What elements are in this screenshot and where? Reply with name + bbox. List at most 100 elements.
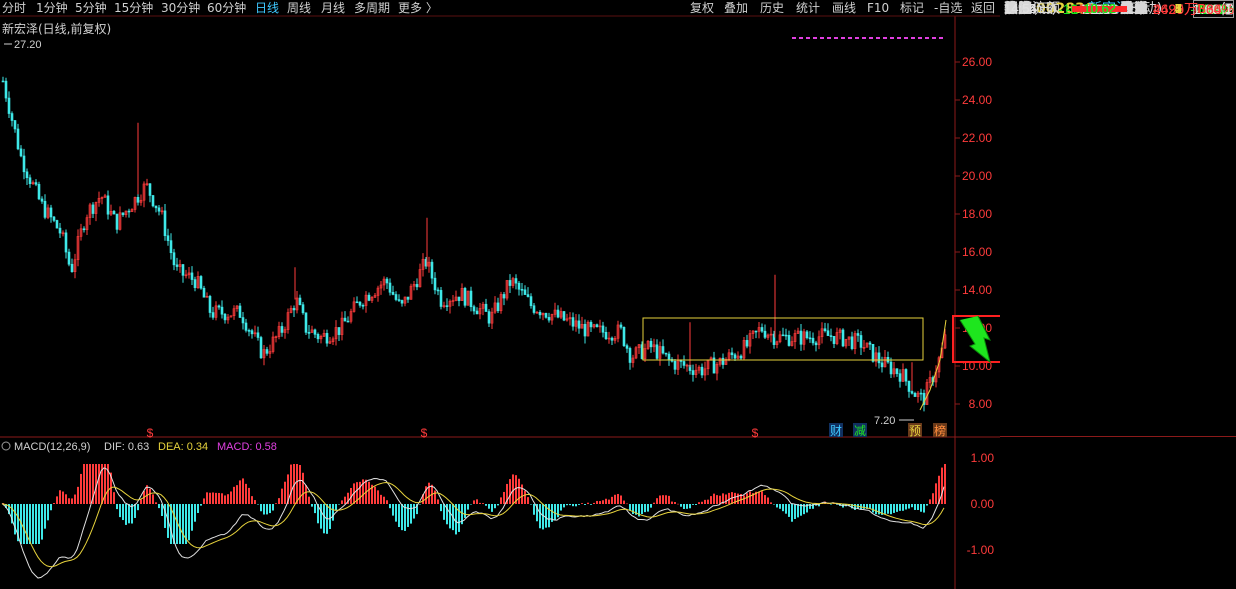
macd-bar	[116, 504, 118, 510]
event-marker[interactable]: $	[421, 426, 428, 440]
candle-body	[733, 354, 737, 359]
min-price-label: 7.20	[874, 415, 895, 427]
candle-body	[211, 312, 215, 318]
macd-bar	[767, 497, 769, 504]
macd-bar	[410, 504, 412, 524]
price-axis-label: 26.00	[962, 55, 992, 69]
macd-bar	[392, 504, 394, 516]
candle-body	[22, 155, 26, 173]
macd-bar	[776, 504, 778, 508]
candle-body	[814, 342, 818, 346]
event-marker[interactable]: 预	[909, 424, 921, 438]
candle-body	[52, 216, 56, 221]
macd-bar	[578, 504, 580, 505]
macd-bar	[374, 486, 376, 504]
macd-bar	[314, 504, 316, 514]
candle-body	[25, 171, 29, 179]
event-marker[interactable]: $	[147, 426, 154, 440]
candle-body	[859, 335, 863, 348]
macd-bar	[695, 504, 697, 505]
candle-body	[43, 200, 47, 218]
macd-bar	[413, 504, 415, 519]
candle-body	[889, 361, 893, 375]
macd-bar	[218, 492, 220, 504]
macd-bar	[482, 503, 484, 504]
macd-bar	[263, 504, 265, 515]
macd-bar	[164, 504, 166, 528]
event-marker[interactable]: 减	[854, 424, 866, 438]
candle-body	[190, 272, 194, 280]
macd-bar	[98, 464, 100, 504]
candle-body	[250, 330, 254, 335]
candle-body	[343, 317, 347, 322]
macd-bar	[590, 504, 592, 505]
macd-bar	[89, 464, 91, 504]
macd-bar	[863, 504, 865, 509]
macd-bar	[644, 504, 646, 513]
macd-bar	[575, 504, 577, 507]
macd-axis-label: -1.00	[967, 543, 995, 557]
candle-body	[502, 294, 506, 299]
macd-bar	[944, 464, 946, 504]
macd-bar	[305, 485, 307, 504]
macd-bar	[557, 504, 559, 518]
candle-body	[247, 330, 251, 332]
macd-bar	[203, 498, 205, 504]
macd-bar	[236, 485, 238, 504]
macd-bar	[662, 495, 664, 504]
macd-bar	[719, 495, 721, 504]
candle-body	[49, 207, 53, 218]
candle-body	[562, 311, 566, 321]
candle-body	[388, 282, 392, 293]
macd-bar	[251, 496, 253, 504]
candle-body	[673, 360, 677, 370]
macd-bar	[458, 504, 460, 532]
candle-body	[760, 327, 764, 332]
candle-body	[910, 391, 914, 394]
macd-axis-label: 1.00	[971, 451, 995, 465]
macd-bar	[215, 492, 217, 504]
macd-bar	[692, 504, 694, 505]
candle-body	[37, 184, 41, 200]
macd-bar	[359, 481, 361, 504]
candle-body	[202, 287, 206, 298]
macd-bar	[212, 492, 214, 504]
event-marker[interactable]: 榜	[934, 423, 946, 438]
macd-bar	[419, 504, 421, 505]
macd-bar	[659, 495, 661, 504]
candle-body	[169, 240, 173, 254]
candle-body	[682, 361, 686, 366]
candle-body	[763, 330, 767, 338]
macd-bar	[401, 504, 403, 531]
candle-body	[649, 340, 653, 348]
candle-body	[583, 323, 587, 337]
macd-bar	[275, 503, 277, 504]
macd-header-0: MACD(12,26,9)	[14, 441, 90, 453]
macd-bar	[479, 502, 481, 504]
macd-bar	[380, 494, 382, 504]
price-axis-label: 20.00	[962, 169, 992, 183]
candle-body	[745, 340, 749, 347]
macd-bar	[920, 504, 922, 512]
event-marker[interactable]: $	[752, 426, 759, 440]
macd-bar	[386, 500, 388, 504]
candle-body	[529, 296, 533, 307]
candle-body	[913, 393, 917, 397]
macd-bar	[530, 504, 532, 505]
macd-bar	[608, 499, 610, 504]
tick-price: 10.62	[1083, 1, 1116, 16]
macd-header-2: DEA: 0.34	[158, 441, 208, 453]
macd-bar	[593, 502, 595, 504]
macd-bar	[134, 504, 136, 518]
candle-body	[457, 296, 461, 301]
macd-bar	[518, 478, 520, 504]
macd-bar	[668, 495, 670, 504]
price-axis-label: 16.00	[962, 245, 992, 259]
kline-chart[interactable]: 26.0024.0022.0020.0018.0016.0014.0012.00…	[0, 0, 1000, 589]
macd-bar	[854, 504, 856, 510]
macd-bar	[788, 504, 790, 517]
macd-bar	[149, 488, 151, 504]
event-marker[interactable]: 财	[830, 424, 842, 438]
macd-bar	[56, 496, 58, 504]
macd-bar	[569, 504, 571, 506]
